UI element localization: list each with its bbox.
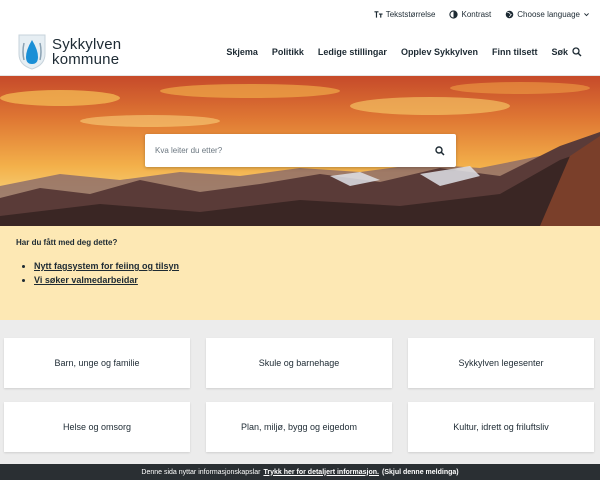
nav-sok[interactable]: Søk [551, 47, 582, 57]
tile-legesenter[interactable]: Sykkylven legesenter [408, 338, 594, 388]
logo-line-1: Sykkylven [52, 35, 122, 53]
language-label: Choose language [517, 9, 580, 19]
nav-finn-tilsett[interactable]: Finn tilsett [492, 47, 538, 57]
text-size-toggle[interactable]: Tekststørrelse [374, 9, 436, 19]
text-size-icon [374, 10, 383, 18]
site-header: Sykkylven kommune Skjema Politikk Ledige… [0, 28, 600, 76]
search-icon [572, 46, 582, 56]
site-logo[interactable]: Sykkylven kommune [18, 34, 121, 70]
contrast-toggle[interactable]: Kontrast [449, 10, 491, 19]
logo-text: Sykkylven kommune [52, 37, 121, 67]
search-icon [435, 145, 445, 156]
tile-skule-barnehage[interactable]: Skule og barnehage [206, 338, 392, 388]
language-selector[interactable]: Choose language [505, 10, 590, 19]
contrast-label: Kontrast [461, 9, 492, 19]
shield-logo-icon [18, 34, 46, 70]
nav-opplev-sykkylven[interactable]: Opplev Sykkylven [401, 47, 478, 57]
nav-skjema[interactable]: Skjema [226, 47, 258, 57]
notice-title: Har du fått med deg dette? [16, 238, 118, 247]
search-box [145, 134, 456, 167]
cookie-dismiss-button[interactable]: (Skjul denne meldinga) [382, 469, 459, 476]
nav-sok-label: Søk [551, 46, 568, 57]
cookie-info-link[interactable]: Trykk her for detaljert informasjon. [263, 469, 379, 476]
text-size-label: Tekststørrelse [385, 9, 436, 19]
search-button[interactable] [434, 145, 446, 157]
tile-kultur-idrett[interactable]: Kultur, idrett og friluftsliv [408, 402, 594, 452]
main-nav: Skjema Politikk Ledige stillingar Opplev… [226, 47, 582, 57]
nav-ledige-stillingar[interactable]: Ledige stillingar [318, 47, 387, 57]
globe-icon [506, 10, 514, 18]
chevron-down-icon [584, 12, 589, 16]
utility-bar: Tekststørrelse Kontrast Choose language [0, 0, 600, 28]
nav-politikk[interactable]: Politikk [272, 47, 304, 57]
logo-line-2: kommune [52, 50, 120, 68]
search-input[interactable] [155, 146, 434, 155]
tile-barn-unge-familie[interactable]: Barn, unge og familie [4, 338, 190, 388]
list-item: Nytt fagsystem for feiing og tilsyn [34, 261, 584, 271]
notice-link-valmedarbeidar[interactable]: Vi søker valmedarbeidar [34, 275, 138, 285]
service-tiles: Barn, unge og familie Skule og barnehage… [0, 320, 600, 452]
cookie-text: Denne sida nyttar informasjonskapslar [141, 468, 261, 476]
tile-plan-miljo-bygg[interactable]: Plan, miljø, bygg og eigedom [206, 402, 392, 452]
list-item: Vi søker valmedarbeidar [34, 275, 584, 285]
hero-banner [0, 76, 600, 226]
notice-list: Nytt fagsystem for feiing og tilsyn Vi s… [16, 261, 584, 285]
cookie-banner: Denne sida nyttar informasjonskapslar Tr… [0, 464, 600, 480]
tile-helse-omsorg[interactable]: Helse og omsorg [4, 402, 190, 452]
notice-panel: Har du fått med deg dette? Nytt fagsyste… [0, 226, 600, 320]
notice-link-fagsystem[interactable]: Nytt fagsystem for feiing og tilsyn [34, 261, 179, 271]
contrast-icon [449, 9, 459, 19]
